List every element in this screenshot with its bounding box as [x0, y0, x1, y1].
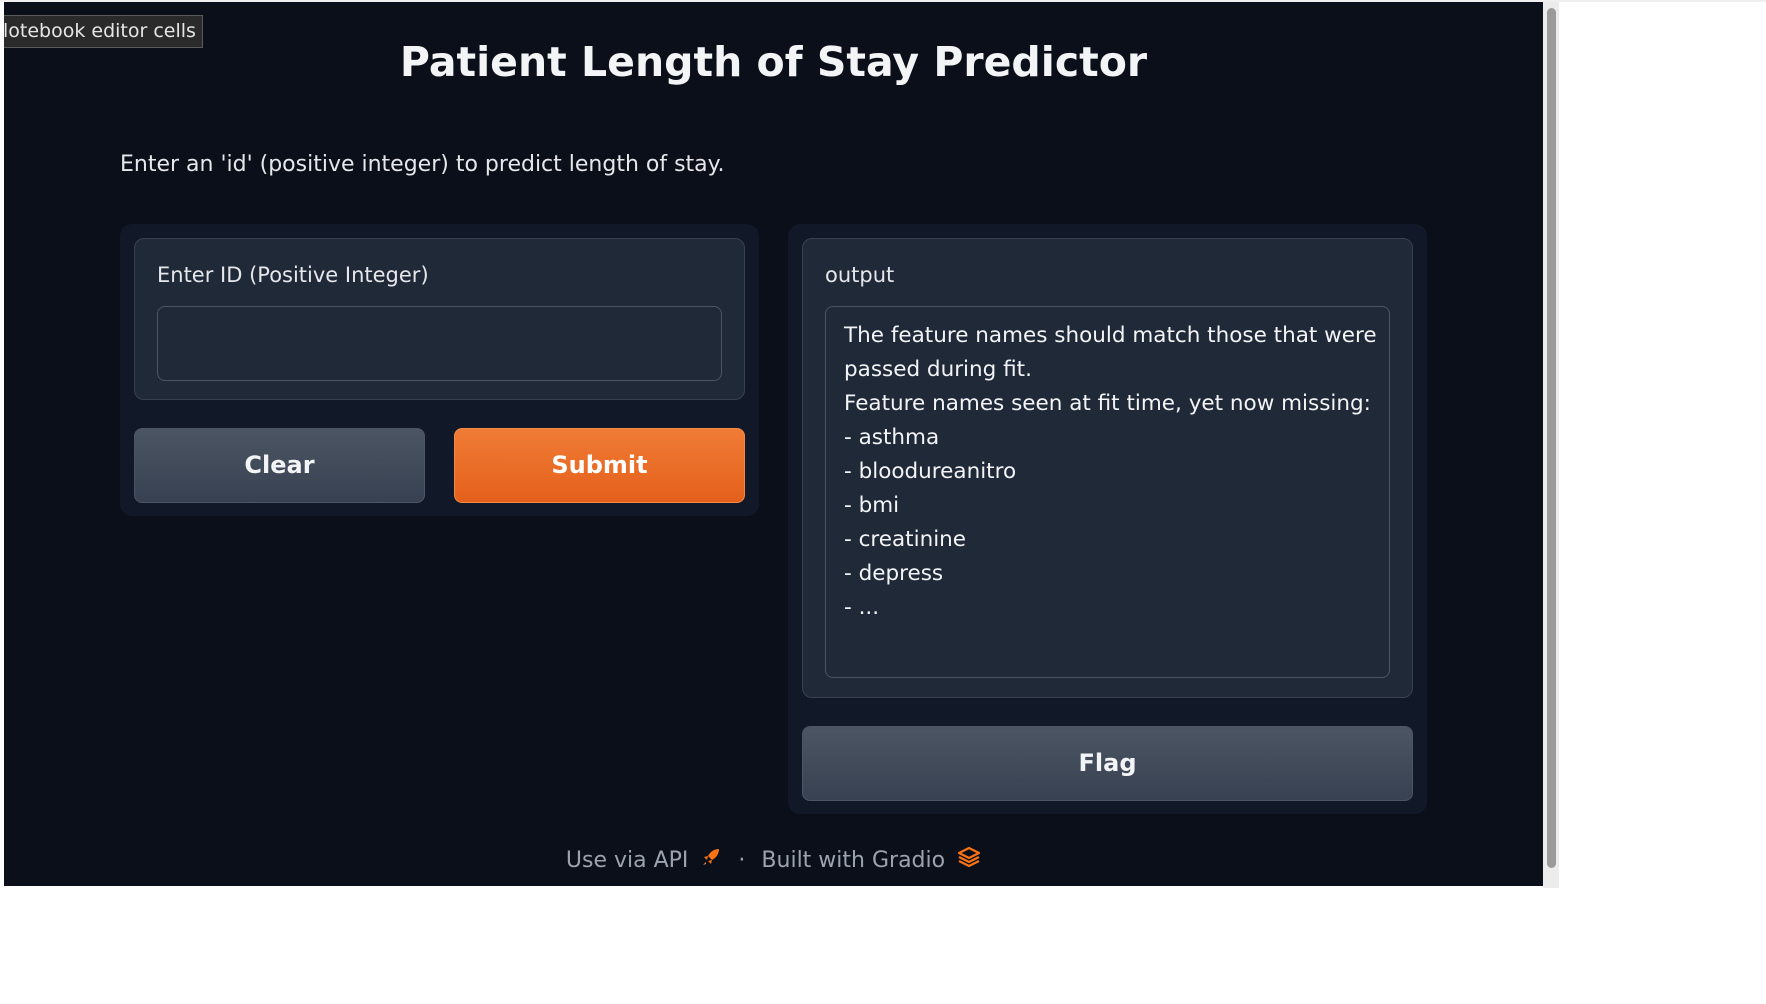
footer-separator: ·: [738, 847, 746, 873]
id-input-label: Enter ID (Positive Integer): [157, 263, 429, 287]
output-label: output: [825, 263, 895, 287]
output-line: Feature names seen at fit time, yet now …: [844, 391, 1371, 416]
output-line: passed during fit.: [844, 357, 1032, 382]
output-line: The feature names should match those tha…: [844, 323, 1377, 348]
output-line: - creatinine: [844, 527, 967, 552]
input-panel: Enter ID (Positive Integer) Clear Submit: [120, 224, 759, 516]
output-block: output The feature names should match th…: [802, 238, 1413, 698]
output-panel: output The feature names should match th…: [788, 224, 1427, 814]
built-with-gradio-label: Built with Gradio: [761, 847, 946, 873]
page-title: Patient Length of Stay Predictor: [399, 38, 1148, 86]
footer: Use via API · Built with Gradio: [4, 840, 1543, 880]
output-textbox[interactable]: The feature names should match those tha…: [825, 306, 1390, 678]
built-with-gradio-link[interactable]: Built with Gradio: [761, 846, 981, 874]
output-line: - bloodureanitro: [844, 459, 1017, 484]
output-line: - depress: [844, 561, 944, 586]
id-input-field[interactable]: [157, 306, 722, 381]
scrollbar-thumb[interactable]: [1547, 8, 1556, 868]
use-via-api-label: Use via API: [565, 847, 689, 873]
id-input-block: Enter ID (Positive Integer): [134, 238, 745, 400]
submit-button[interactable]: Submit: [454, 428, 745, 503]
rocket-icon: [700, 846, 722, 874]
flag-button[interactable]: Flag: [802, 726, 1413, 801]
output-line: - ...: [844, 595, 880, 620]
output-line: - asthma: [844, 425, 940, 450]
app-description: Enter an 'id' (positive integer) to pred…: [120, 152, 725, 177]
gradio-logo-icon: [957, 846, 981, 874]
clear-button[interactable]: Clear: [134, 428, 425, 503]
scrollbar[interactable]: [1543, 2, 1559, 888]
gradio-app: Patient Length of Stay Predictor Enter a…: [4, 2, 1543, 886]
tooltip: lotebook editor cells: [4, 15, 203, 48]
output-line: - bmi: [844, 493, 900, 518]
use-via-api-link[interactable]: Use via API: [566, 846, 723, 874]
